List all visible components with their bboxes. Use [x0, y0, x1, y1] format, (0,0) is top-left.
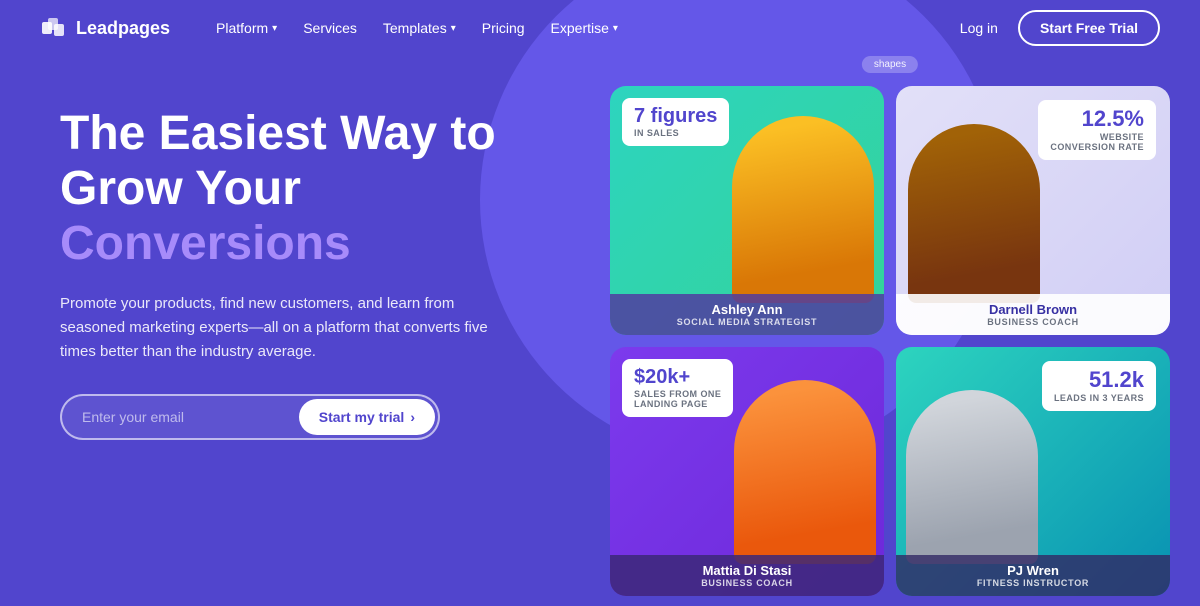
shapes-badge: shapes — [862, 56, 918, 73]
card-pj: 51.2k LEADS IN 3 YEARS PJ Wren FITNESS I… — [896, 347, 1170, 596]
ashley-role: SOCIAL MEDIA STRATEGIST — [622, 317, 872, 327]
hero-left: The Easiest Way to Grow Your Conversions… — [60, 86, 600, 440]
cards-grid: 7 figures IN SALES Ashley Ann SOCIAL MED… — [600, 66, 1180, 606]
start-free-trial-button[interactable]: Start Free Trial — [1018, 10, 1160, 46]
hero-title: The Easiest Way to Grow Your Conversions — [60, 106, 600, 272]
ashley-stat-label: IN SALES — [634, 128, 717, 138]
navbar: Leadpages Platform ▾ Services Templates … — [0, 0, 1200, 56]
templates-chevron-icon: ▾ — [451, 23, 456, 34]
nav-actions: Log in Start Free Trial — [960, 10, 1160, 46]
logo[interactable]: Leadpages — [40, 14, 170, 42]
start-trial-button[interactable]: Start my trial › — [299, 399, 435, 435]
ashley-stat: 7 figures IN SALES — [622, 98, 729, 146]
nav-expertise[interactable]: Expertise ▾ — [541, 14, 628, 42]
ashley-nametag: Ashley Ann SOCIAL MEDIA STRATEGIST — [610, 294, 884, 335]
pj-stat: 51.2k LEADS IN 3 YEARS — [1042, 361, 1156, 411]
pj-role: FITNESS INSTRUCTOR — [908, 578, 1158, 588]
mattia-nametag: Mattia Di Stasi BUSINESS COACH — [610, 555, 884, 596]
darnell-stat: 12.5% WEBSITE CONVERSION RATE — [1038, 100, 1156, 160]
mattia-stat: $20k+ SALES FROM ONE LANDING PAGE — [622, 359, 733, 417]
pj-name: PJ Wren — [908, 563, 1158, 578]
platform-chevron-icon: ▾ — [272, 23, 277, 34]
mattia-role: BUSINESS COACH — [622, 578, 872, 588]
mattia-stat-value: $20k+ — [634, 367, 721, 387]
hero-section: The Easiest Way to Grow Your Conversions… — [0, 56, 1200, 596]
hero-right: shapes 7 figures IN SALES Ashley Ann SOC… — [600, 66, 1180, 606]
pj-silhouette — [906, 390, 1038, 564]
darnell-role: BUSINESS COACH — [908, 317, 1158, 327]
darnell-stat-value: 12.5% — [1050, 108, 1144, 130]
pj-stat-label: LEADS IN 3 YEARS — [1054, 393, 1144, 403]
nav-pricing[interactable]: Pricing — [472, 14, 535, 42]
nav-templates[interactable]: Templates ▾ — [373, 14, 466, 42]
card-darnell: 12.5% WEBSITE CONVERSION RATE Darnell Br… — [896, 86, 1170, 335]
ashley-name: Ashley Ann — [622, 302, 872, 317]
darnell-name: Darnell Brown — [908, 302, 1158, 317]
hero-subtitle: Promote your products, find new customer… — [60, 292, 500, 364]
pj-nametag: PJ Wren FITNESS INSTRUCTOR — [896, 555, 1170, 596]
expertise-chevron-icon: ▾ — [613, 23, 618, 34]
email-input[interactable] — [62, 397, 296, 437]
darnell-nametag: Darnell Brown BUSINESS COACH — [896, 294, 1170, 335]
ashley-stat-value: 7 figures — [634, 106, 717, 126]
darnell-silhouette — [908, 124, 1040, 303]
mattia-stat-label: SALES FROM ONE LANDING PAGE — [634, 389, 721, 409]
login-link[interactable]: Log in — [960, 20, 998, 36]
ashley-silhouette — [732, 116, 874, 303]
nav-services[interactable]: Services — [293, 14, 367, 42]
card-ashley: 7 figures IN SALES Ashley Ann SOCIAL MED… — [610, 86, 884, 335]
email-form: Start my trial › — [60, 394, 440, 440]
darnell-stat-label: WEBSITE CONVERSION RATE — [1050, 132, 1144, 152]
mattia-silhouette — [734, 380, 876, 564]
arrow-icon: › — [410, 409, 415, 425]
card-mattia: $20k+ SALES FROM ONE LANDING PAGE Mattia… — [610, 347, 884, 596]
pj-stat-value: 51.2k — [1054, 369, 1144, 391]
mattia-name: Mattia Di Stasi — [622, 563, 872, 578]
nav-links: Platform ▾ Services Templates ▾ Pricing … — [206, 14, 960, 42]
nav-platform[interactable]: Platform ▾ — [206, 14, 287, 42]
